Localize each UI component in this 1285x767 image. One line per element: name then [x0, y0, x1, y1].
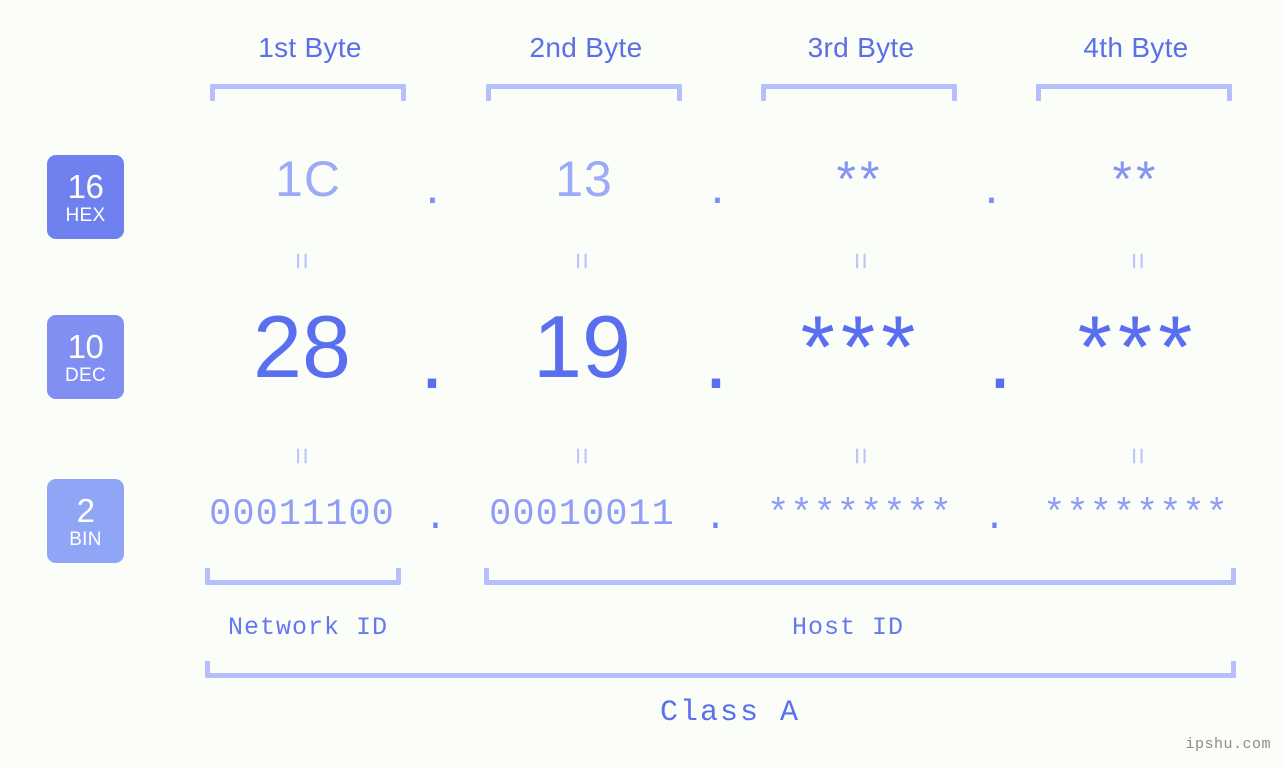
- dec-byte-3: ***: [800, 297, 922, 396]
- host-id-bracket: [484, 568, 1236, 585]
- network-id-label: Network ID: [227, 613, 389, 642]
- radix-badge-hex: 16 HEX: [47, 155, 124, 239]
- byte-header-4: 4th Byte: [1083, 32, 1189, 63]
- dec-byte-4: ***: [1077, 297, 1199, 396]
- equals-icon-hex-dec-2: =: [565, 252, 598, 270]
- bin-byte-3: ********: [767, 494, 953, 536]
- radix-badge-dec-label: DEC: [64, 364, 106, 386]
- byte-header-2: 2nd Byte: [529, 32, 643, 63]
- ip-address-breakdown-diagram: 1st Byte 2nd Byte 3rd Byte 4th Byte 16 H…: [0, 0, 1285, 767]
- site-watermark: ipshu.com: [1185, 736, 1271, 753]
- radix-badge-dec: 10 DEC: [47, 315, 124, 399]
- class-label: Class A: [659, 696, 801, 730]
- equals-icon-dec-bin-4: =: [1121, 447, 1154, 465]
- radix-badge-bin: 2 BIN: [47, 479, 124, 563]
- hex-byte-3: **: [836, 151, 884, 207]
- radix-badge-bin-label: BIN: [69, 528, 102, 550]
- radix-badge-hex-number: 16: [67, 167, 104, 205]
- bin-byte-4: ********: [1043, 494, 1229, 536]
- equals-icon-dec-bin-1: =: [285, 447, 318, 465]
- bin-byte-1: 00011100: [209, 494, 395, 536]
- host-id-label: Host ID: [791, 613, 905, 642]
- hex-byte-2: 13: [555, 151, 613, 207]
- byte-header-1: 1st Byte: [258, 32, 362, 63]
- equals-icon-hex-dec-4: =: [1121, 252, 1154, 270]
- network-id-bracket: [205, 568, 401, 585]
- byte-bracket-4: [1036, 84, 1232, 101]
- bin-byte-2: 00010011: [489, 494, 675, 536]
- dec-byte-2: 19: [533, 297, 631, 396]
- byte-header-3: 3rd Byte: [807, 32, 915, 63]
- equals-icon-dec-bin-3: =: [844, 447, 877, 465]
- hex-byte-4: **: [1112, 151, 1160, 207]
- equals-icon-hex-dec-3: =: [844, 252, 877, 270]
- equals-icon-hex-dec-1: =: [285, 252, 318, 270]
- byte-bracket-3: [761, 84, 957, 101]
- equals-icon-dec-bin-2: =: [565, 447, 598, 465]
- radix-badge-dec-number: 10: [67, 327, 104, 365]
- radix-badge-bin-number: 2: [76, 491, 95, 529]
- radix-badge-hex-label: HEX: [65, 204, 106, 226]
- byte-bracket-1: [210, 84, 406, 101]
- byte-bracket-2: [486, 84, 682, 101]
- class-bracket: [205, 661, 1236, 678]
